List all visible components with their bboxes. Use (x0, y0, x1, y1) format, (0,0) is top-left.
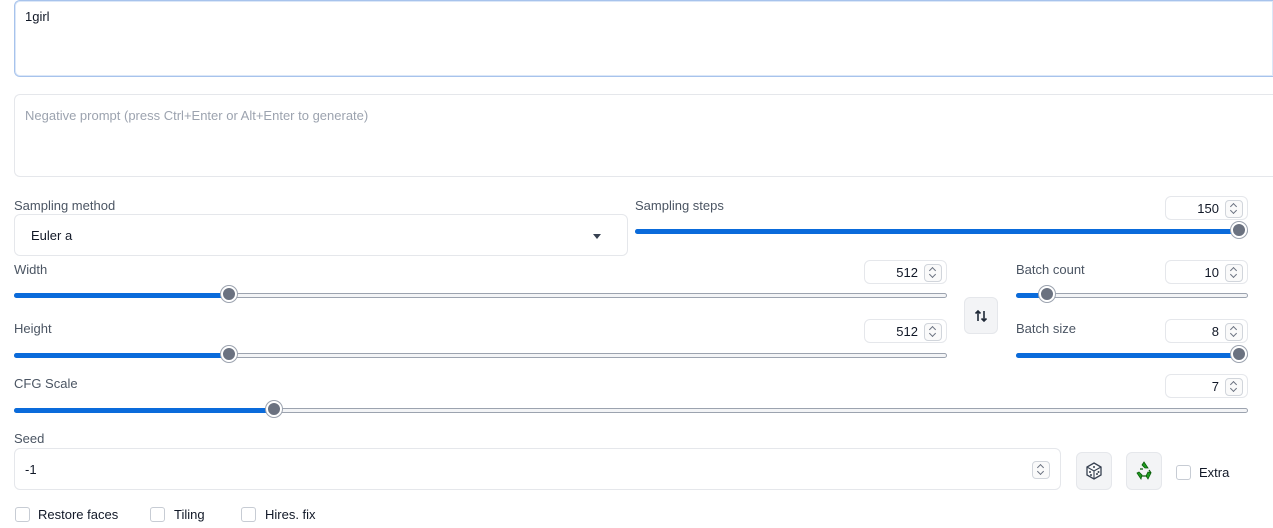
sampling-method-value: Euler a (31, 228, 73, 243)
slider-fill (1016, 353, 1246, 358)
width-slider[interactable] (14, 286, 947, 302)
seed-label: Seed (14, 431, 45, 446)
width-input[interactable]: 512 (864, 260, 947, 284)
slider-fill (14, 408, 273, 413)
batch-size-slider[interactable] (1016, 346, 1248, 362)
sampling-steps-label: Sampling steps (635, 198, 724, 213)
cfg-scale-slider[interactable] (14, 401, 1248, 417)
negative-prompt-textarea[interactable]: Negative prompt (press Ctrl+Enter or Alt… (14, 94, 1273, 177)
slider-thumb[interactable] (221, 286, 237, 302)
sampling-method-dropdown[interactable]: Euler a (14, 214, 628, 256)
swap-dimensions-icon (974, 309, 988, 322)
negative-prompt-placeholder: Negative prompt (press Ctrl+Enter or Alt… (25, 108, 369, 123)
sampling-steps-input[interactable]: 150 (1165, 196, 1248, 220)
recycle-icon (1136, 461, 1152, 480)
width-label: Width (14, 262, 48, 277)
chevron-down-icon (593, 234, 601, 239)
batch-count-input[interactable]: 10 (1165, 260, 1248, 284)
cfg-scale-value: 7 (1211, 379, 1219, 394)
slider-thumb[interactable] (266, 401, 282, 417)
stepper-icon[interactable] (1225, 323, 1243, 341)
sampling-steps-value: 150 (1197, 201, 1219, 216)
height-label: Height (14, 321, 52, 336)
cfg-scale-input[interactable]: 7 (1165, 374, 1248, 398)
swap-dimensions-button[interactable] (964, 297, 998, 334)
tiling-checkbox[interactable] (150, 507, 165, 522)
batch-count-label: Batch count (1016, 262, 1085, 277)
batch-count-value: 10 (1204, 265, 1219, 280)
reuse-seed-button[interactable] (1126, 452, 1162, 490)
height-input[interactable]: 512 (864, 319, 947, 343)
hires-fix-checkbox[interactable] (241, 507, 256, 522)
slider-thumb[interactable] (1231, 346, 1247, 362)
restore-faces-label: Restore faces (38, 507, 119, 522)
extra-checkbox[interactable] (1176, 465, 1191, 480)
prompt-textarea[interactable]: 1girl (14, 0, 1273, 77)
slider-thumb[interactable] (1039, 286, 1055, 302)
prompt-text: 1girl (25, 9, 50, 24)
sampling-method-label: Sampling method (14, 198, 116, 213)
seed-input[interactable]: -1 (14, 448, 1061, 490)
stepper-icon[interactable] (924, 323, 942, 341)
restore-faces-checkbox[interactable] (15, 507, 30, 522)
stepper-icon[interactable] (1225, 378, 1243, 396)
stepper-icon[interactable] (1225, 200, 1243, 218)
extra-label: Extra (1199, 465, 1230, 480)
hires-fix-label: Hires. fix (265, 507, 316, 522)
slider-fill (14, 293, 228, 298)
stepper-icon[interactable] (1225, 264, 1243, 282)
batch-count-slider[interactable] (1016, 286, 1248, 302)
batch-size-label: Batch size (1016, 321, 1076, 336)
batch-size-value: 8 (1211, 324, 1219, 339)
width-value: 512 (896, 265, 918, 280)
slider-thumb[interactable] (1231, 222, 1247, 238)
slider-fill (635, 229, 1246, 234)
cfg-scale-label: CFG Scale (14, 376, 78, 391)
random-seed-button[interactable] (1076, 452, 1112, 490)
dice-icon (1086, 462, 1102, 480)
batch-size-input[interactable]: 8 (1165, 319, 1248, 343)
slider-fill (14, 353, 228, 358)
sampling-steps-slider[interactable] (635, 222, 1248, 238)
tiling-label: Tiling (174, 507, 205, 522)
slider-thumb[interactable] (221, 346, 237, 362)
height-value: 512 (896, 324, 918, 339)
stepper-icon[interactable] (924, 264, 942, 282)
seed-value: -1 (25, 462, 37, 477)
height-slider[interactable] (14, 346, 947, 362)
stepper-icon[interactable] (1032, 461, 1050, 479)
